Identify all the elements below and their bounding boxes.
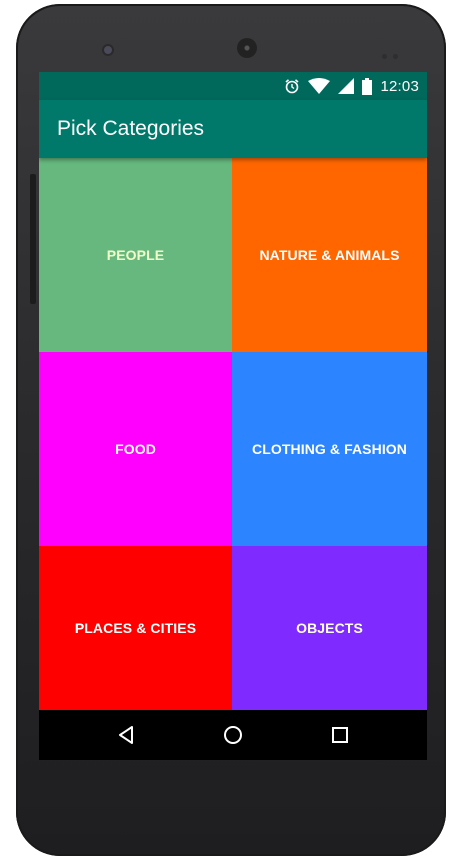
back-button[interactable] — [113, 722, 139, 748]
app-bar: Pick Categories — [39, 100, 427, 158]
alarm-icon — [284, 78, 300, 94]
home-icon — [224, 726, 242, 744]
category-label: PLACES & CITIES — [74, 620, 197, 636]
category-tile-places-cities[interactable]: PLACES & CITIES — [39, 546, 232, 710]
wifi-icon — [308, 78, 331, 94]
category-label: CLOTHING & FASHION — [251, 441, 408, 457]
category-tile-clothing-fashion[interactable]: CLOTHING & FASHION — [232, 352, 427, 546]
category-label: OBJECTS — [296, 620, 363, 636]
earpiece-speaker — [237, 38, 257, 58]
recent-apps-button[interactable] — [327, 722, 353, 748]
status-time: 12:03 — [380, 77, 419, 95]
front-camera — [104, 46, 112, 54]
status-bar: 12:03 — [39, 72, 427, 100]
category-tile-food[interactable]: FOOD — [39, 352, 232, 546]
home-button[interactable] — [220, 722, 246, 748]
category-label: FOOD — [115, 441, 156, 457]
navigation-bar — [39, 710, 427, 760]
category-tile-objects[interactable]: OBJECTS — [232, 546, 427, 710]
category-label: PEOPLE — [106, 247, 165, 263]
battery-icon — [362, 77, 373, 95]
device-screen: 12:03 Pick Categories PEOPLE NATURE & AN… — [39, 72, 427, 760]
category-tile-nature-animals[interactable]: NATURE & ANIMALS — [232, 158, 427, 352]
recent-apps-icon — [332, 727, 348, 743]
back-icon — [119, 726, 133, 744]
category-tile-people[interactable]: PEOPLE — [39, 158, 232, 352]
volume-button — [30, 174, 36, 304]
page-title: Pick Categories — [57, 117, 205, 140]
category-label: NATURE & ANIMALS — [259, 247, 400, 263]
cell-signal-icon — [338, 78, 355, 94]
category-grid: PEOPLE NATURE & ANIMALS FOOD CLOTHING & … — [39, 158, 427, 710]
proximity-sensors — [382, 46, 406, 59]
